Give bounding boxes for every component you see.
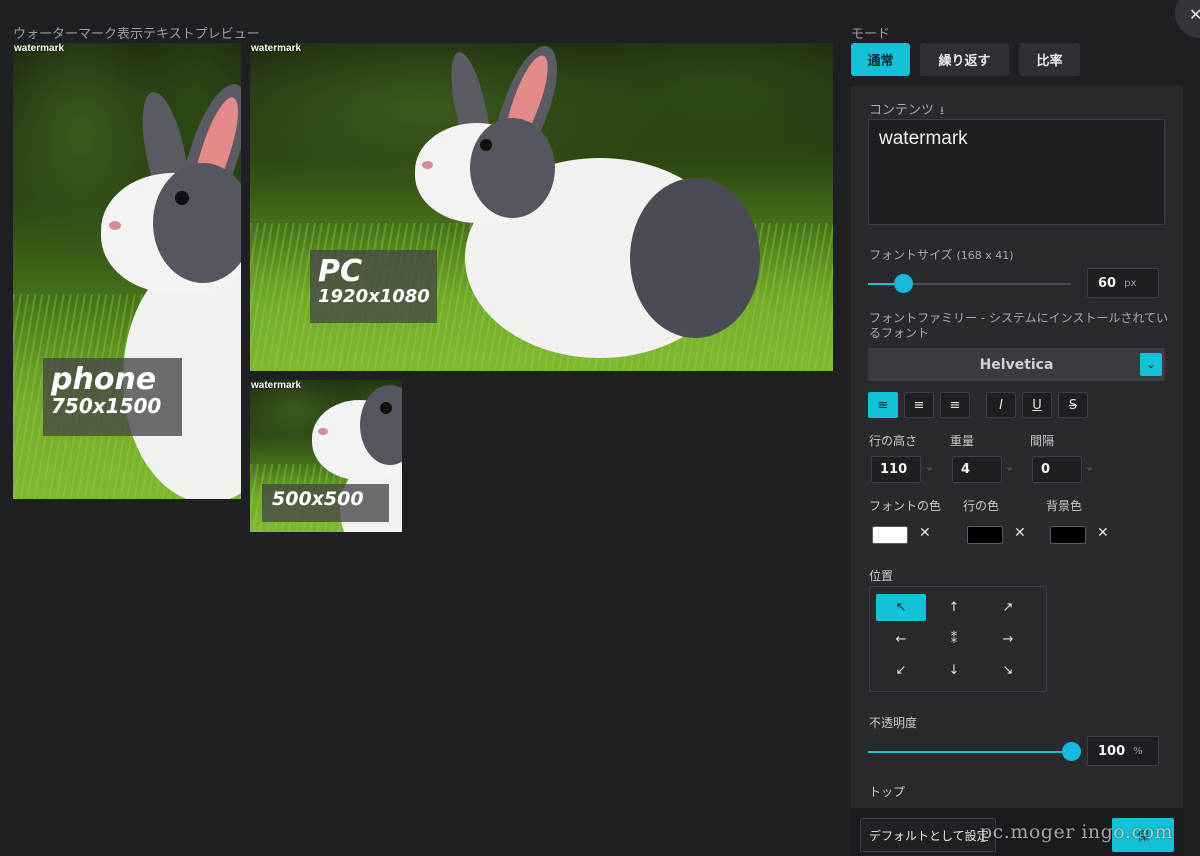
arrow-down-icon: ↓ [948, 663, 960, 678]
bg-color-label: 背景色 [1046, 499, 1083, 513]
download-icon[interactable]: ⭳ [940, 104, 944, 117]
position-middle-right-button[interactable]: → [983, 626, 1033, 653]
site-credit-watermark: pc.moger ingo.com [980, 821, 1174, 843]
font-size-label-text: フォントサイズ [869, 248, 953, 262]
gap-value: 0 [1041, 462, 1051, 477]
underline-icon: U [1032, 397, 1042, 413]
position-label: 位置 [869, 569, 894, 583]
close-button[interactable]: ✕ [1175, 0, 1200, 38]
font-size-slider-thumb[interactable] [894, 274, 913, 293]
font-color-label: フォントの色 [869, 499, 942, 513]
font-size-input[interactable]: 60 px [1087, 268, 1159, 298]
arrow-right-icon: → [1002, 632, 1014, 647]
position-center-button[interactable]: ⁑ [929, 626, 979, 653]
phone-preview-image: watermark phone 750x1500 [13, 43, 241, 499]
line-height-value: 110 [880, 462, 908, 477]
line-color-label: 行の色 [963, 499, 1000, 513]
bg-color-swatch[interactable] [1050, 526, 1086, 544]
opacity-input[interactable]: 100 % [1087, 736, 1159, 766]
top-label: トップ [869, 785, 906, 799]
line-color-swatch[interactable] [967, 526, 1003, 544]
preview-title: ウォーターマーク表示テキストプレビュー [13, 27, 260, 42]
font-family-select[interactable]: Helvetica ⌄ [868, 348, 1165, 381]
arrow-up-icon: ↑ [948, 600, 960, 615]
square-size-badge: 500x500 [262, 484, 389, 522]
align-center-icon: ≡ [913, 397, 925, 413]
close-icon: ✕ [1189, 5, 1200, 24]
phone-size: 750x1500 [51, 393, 162, 418]
opacity-unit: % [1133, 745, 1143, 757]
position-top-right-button[interactable]: ↗ [983, 594, 1033, 621]
phone-size-badge: phone 750x1500 [43, 358, 182, 436]
align-right-button[interactable]: ≡ [940, 392, 970, 418]
chevron-down-icon[interactable]: ⌄ [1085, 462, 1093, 473]
chevron-down-icon[interactable]: ⌄ [925, 462, 933, 473]
opacity-value: 100 [1098, 743, 1126, 759]
clear-font-color-icon[interactable]: ✕ [919, 525, 931, 541]
font-size-label: フォントサイズ (168 x 41) [869, 246, 1014, 263]
pc-size-badge: PC 1920x1080 [310, 250, 437, 323]
pc-label: PC [318, 254, 363, 289]
watermark-text: watermark [14, 43, 65, 54]
chevron-down-icon[interactable]: ⌄ [1005, 462, 1013, 473]
align-center-button[interactable]: ≡ [904, 392, 934, 418]
content-label-text: コンテンツ [869, 103, 935, 118]
mode-label: モード [851, 27, 891, 42]
arrow-down-left-icon: ↙ [895, 663, 907, 678]
position-bottom-left-button[interactable]: ↙ [876, 657, 926, 684]
underline-button[interactable]: U [1022, 392, 1052, 418]
italic-button[interactable]: I [986, 392, 1016, 418]
weight-label: 重量 [950, 434, 975, 448]
content-label: コンテンツ ⭳ [869, 99, 944, 121]
weight-value: 4 [961, 462, 971, 477]
position-top-left-button[interactable]: ↖ [876, 594, 926, 621]
pc-size: 1920x1080 [318, 285, 430, 307]
gap-select[interactable]: 0 [1032, 456, 1082, 483]
font-family-label: フォントファミリー - システムにインストールされているフォント [869, 311, 1169, 340]
position-bottom-right-button[interactable]: ↘ [983, 657, 1033, 684]
watermark-text: watermark [251, 380, 302, 391]
clear-bg-color-icon[interactable]: ✕ [1097, 525, 1109, 541]
line-height-select[interactable]: 110 [871, 456, 921, 483]
pc-preview-image: watermark PC 1920x1080 [250, 43, 833, 371]
font-size-unit: px [1124, 277, 1137, 289]
opacity-slider-fill [868, 751, 1071, 753]
chevron-down-icon[interactable]: ⌄ [1140, 353, 1162, 376]
arrow-left-icon: ← [895, 632, 907, 647]
position-top-center-button[interactable]: ↑ [929, 594, 979, 621]
strikethrough-button[interactable]: S [1058, 392, 1088, 418]
watermark-text: watermark [251, 43, 302, 54]
opacity-slider-thumb[interactable] [1062, 742, 1081, 761]
clear-line-color-icon[interactable]: ✕ [1014, 525, 1026, 541]
position-bottom-center-button[interactable]: ↓ [929, 657, 979, 684]
set-default-button[interactable]: デフォルトとして設定 [860, 818, 996, 852]
square-preview-image: watermark 500x500 [250, 380, 402, 532]
position-middle-left-button[interactable]: ← [876, 626, 926, 653]
font-size-value: 60 [1098, 275, 1117, 291]
mode-normal-button[interactable]: 通常 [851, 43, 910, 76]
mode-repeat-button[interactable]: 繰り返す [920, 43, 1009, 76]
arrow-up-left-icon: ↖ [895, 600, 907, 615]
italic-icon: I [999, 397, 1003, 413]
arrow-up-right-icon: ↗ [1002, 600, 1014, 615]
phone-label: phone [51, 362, 157, 397]
font-size-dims: (168 x 41) [956, 249, 1014, 262]
font-family-value: Helvetica [979, 356, 1054, 373]
center-icon: ⁑ [950, 632, 958, 647]
arrow-down-right-icon: ↘ [1002, 663, 1014, 678]
font-color-swatch[interactable] [872, 526, 908, 544]
align-left-icon: ≡ [877, 397, 889, 413]
opacity-label: 不透明度 [869, 716, 918, 730]
mode-ratio-button[interactable]: 比率 [1019, 43, 1080, 76]
weight-select[interactable]: 4 [952, 456, 1002, 483]
gap-label: 間隔 [1030, 434, 1055, 448]
square-size: 500x500 [272, 488, 364, 510]
align-left-button[interactable]: ≡ [868, 392, 898, 418]
content-textarea[interactable]: watermark [868, 119, 1165, 225]
strikethrough-icon: S [1068, 397, 1078, 413]
line-height-label: 行の高さ [869, 434, 918, 448]
align-right-icon: ≡ [949, 397, 961, 413]
